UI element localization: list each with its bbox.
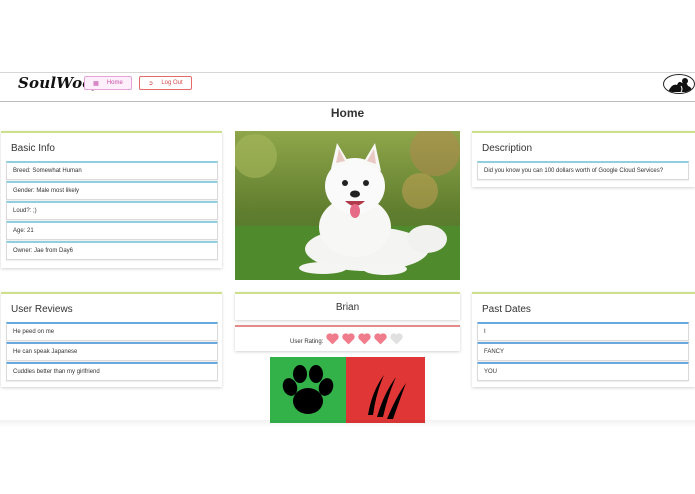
past-dates-card: Past Dates I FANCY YOU [472,292,695,387]
heart-icon[interactable] [374,333,387,345]
avatar-dog-icon [668,78,692,93]
heart-icon[interactable] [342,333,355,345]
home-button[interactable]: ▦ Home [84,76,132,90]
rating-card: User Rating: [235,325,460,351]
description-card: Description Did you know you can 100 dol… [472,131,695,187]
list-item: Gender: Male most likely [6,181,218,200]
basic-info-card: Basic Info Breed: Somewhat Human Gender:… [1,131,222,268]
heart-icon[interactable] [326,333,339,345]
list-item: Cuddles better than my girlfriend [6,362,218,381]
page-title: Home [330,106,365,120]
home-icon: ▦ [93,80,99,87]
heart-empty-icon[interactable] [390,333,403,345]
description-text: Did you know you can 100 dollars worth o… [477,161,689,180]
list-item: FANCY [477,342,689,361]
user-reviews-title: User Reviews [11,304,73,315]
list-item: He can speak Japanese [6,342,218,361]
list-item: He peed on me [6,322,218,341]
list-item: YOU [477,362,689,381]
page-divider [0,420,695,428]
dog-photo [235,131,460,280]
list-item: Breed: Somewhat Human [6,161,218,180]
profile-name: Brian [235,292,460,320]
navbar: SoulWoof ▦ Home ➲ Log Out [0,72,695,102]
logout-button-label: Log Out [161,80,183,86]
paw-icon [282,365,334,414]
home-button-label: Home [106,80,123,86]
user-reviews-card: User Reviews He peed on me He can speak … [1,292,222,387]
like-button[interactable] [270,357,346,423]
logout-button[interactable]: ➲ Log Out [139,76,192,90]
list-item: Loud?: ;) [6,201,218,220]
heart-icon[interactable] [358,333,371,345]
list-item: I [477,322,689,341]
list-item: Owner: Jae from Day6 [6,241,218,260]
rating-label: User Rating: [290,339,324,345]
dislike-button[interactable] [346,357,425,423]
description-title: Description [482,143,533,154]
past-dates-title: Past Dates [482,304,531,315]
claw-scratch-icon [368,375,406,419]
list-item: Age: 21 [6,221,218,240]
basic-info-title: Basic Info [11,143,55,154]
avatar[interactable] [663,74,695,94]
logout-icon: ➲ [148,80,154,87]
